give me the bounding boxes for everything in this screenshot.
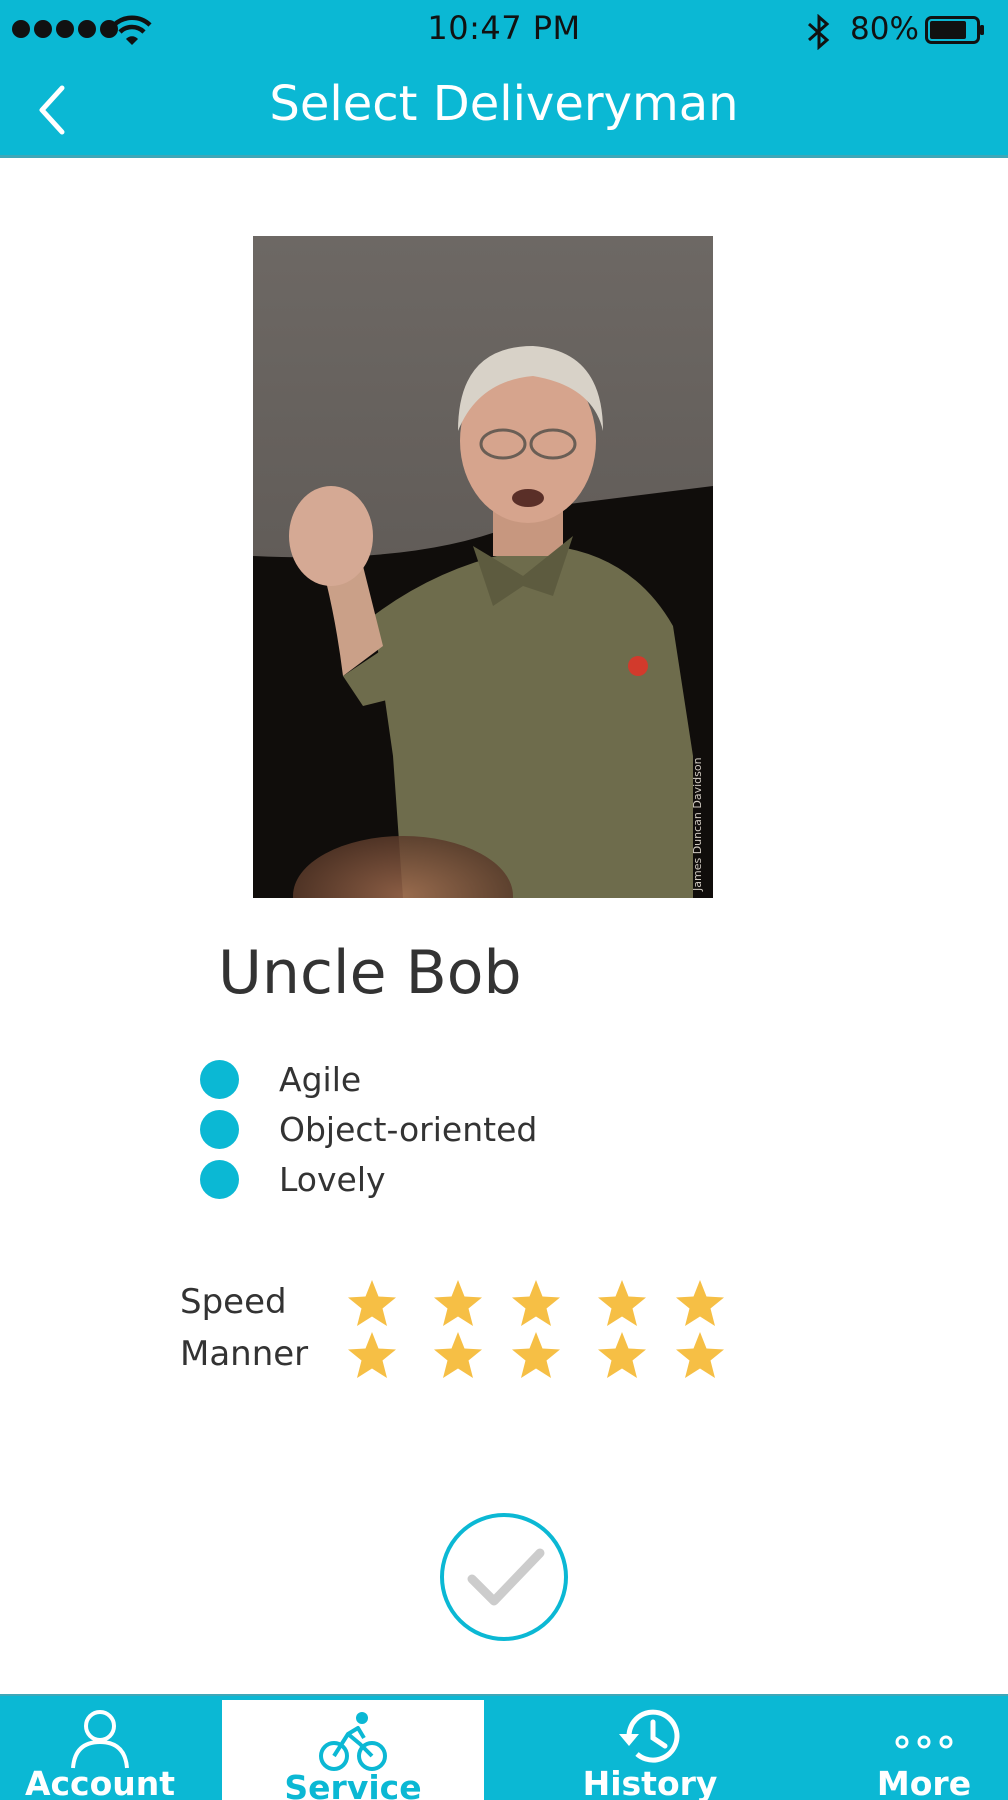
star-icon: [346, 1278, 398, 1330]
trait-item: Agile: [200, 1054, 537, 1104]
star-icon: [346, 1330, 398, 1382]
trait-item: Object-oriented: [200, 1104, 537, 1154]
photo-credit: James Duncan Davidson: [691, 757, 704, 892]
confirm-button[interactable]: [440, 1513, 568, 1641]
status-bar: 10:47 PM 80%: [0, 0, 1008, 58]
bicycle-icon: [319, 1712, 387, 1771]
ratings: Speed Manner: [180, 1278, 740, 1382]
tab-bar: Account Service History More: [0, 1694, 1008, 1800]
star-icon: [596, 1330, 648, 1382]
tab-label: More: [876, 1764, 972, 1800]
tab-account[interactable]: Account: [0, 1696, 200, 1800]
star-icon: [596, 1278, 648, 1330]
star-icon: [510, 1278, 562, 1330]
star-icon: [510, 1330, 562, 1382]
tab-history[interactable]: History: [560, 1696, 740, 1800]
tab-service[interactable]: Service: [222, 1700, 484, 1800]
trait-item: Lovely: [200, 1154, 537, 1204]
star-icon: [432, 1278, 484, 1330]
rating-row-speed: Speed: [180, 1278, 740, 1330]
bullet-icon: [200, 1109, 239, 1149]
bluetooth-icon: [808, 14, 830, 50]
rating-label: Manner: [180, 1334, 309, 1374]
more-dots-icon: [895, 1735, 953, 1749]
trait-list: Agile Object-oriented Lovely: [200, 1054, 537, 1204]
checkmark-icon: [467, 1548, 545, 1606]
speed-stars: [346, 1278, 746, 1330]
profile-photo: James Duncan Davidson: [253, 236, 713, 898]
trait-label: Object-oriented: [279, 1109, 538, 1149]
tab-label: History: [582, 1764, 718, 1800]
deliveryman-name: Uncle Bob: [218, 938, 522, 1008]
trait-label: Lovely: [279, 1159, 386, 1199]
star-icon: [674, 1278, 726, 1330]
star-icon: [674, 1330, 726, 1382]
trait-label: Agile: [279, 1059, 362, 1099]
battery-icon: [925, 16, 984, 44]
battery-percent: 80%: [850, 11, 919, 47]
bullet-icon: [200, 1059, 239, 1099]
bullet-icon: [200, 1159, 239, 1199]
tab-label: Account: [24, 1764, 176, 1800]
nav-bar: Select Deliveryman: [0, 58, 1008, 158]
page-title: Select Deliveryman: [269, 76, 739, 132]
star-icon: [432, 1330, 484, 1382]
manner-stars: [346, 1330, 746, 1382]
rating-label: Speed: [180, 1282, 287, 1322]
rating-row-manner: Manner: [180, 1330, 740, 1382]
tab-label: Service: [284, 1768, 422, 1800]
history-icon: [619, 1709, 680, 1763]
tab-more[interactable]: More: [840, 1696, 1008, 1800]
person-icon: [71, 1710, 129, 1769]
